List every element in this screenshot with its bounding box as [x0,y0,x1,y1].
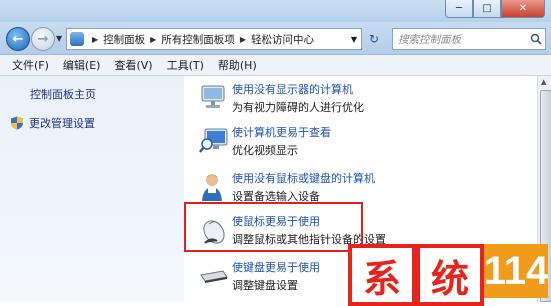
chevron-right-icon[interactable]: ▶ [92,35,98,44]
magnifier-monitor-icon [199,128,228,153]
sidebar-item-change-admin-settings[interactable]: 更改管理设置 [10,115,95,131]
refresh-icon: ↻ [368,32,380,46]
back-button[interactable]: ← [6,27,30,51]
link-use-without-mouse-keyboard[interactable]: 使用没有鼠标或键盘的计算机 [232,170,375,186]
chevron-right-icon[interactable]: ▶ [150,35,156,44]
sidebar: 控制面板主页 更改管理设置 [0,76,184,302]
control-panel-icon [70,32,84,46]
menu-tools[interactable]: 工具(T) [160,57,211,73]
address-dropdown-icon[interactable]: ▼ [351,35,357,44]
menu-view[interactable]: 查看(V) [107,57,159,73]
logo-char-1: 系 [348,244,416,306]
forward-button[interactable]: → [31,27,55,51]
refresh-button[interactable]: ↻ [364,31,384,47]
menu-file[interactable]: 文件(F) [0,57,56,73]
search-box[interactable]: 搜索控制面板 [392,28,546,50]
recent-pages-dropdown-icon[interactable]: ▼ [56,34,62,43]
item-description: 优化视频显示 [232,144,298,157]
menu-help[interactable]: 帮助(H) [211,57,264,73]
back-arrow-icon: ← [12,31,24,47]
user-keyboard-icon [202,174,222,201]
link-use-without-display[interactable]: 使用没有显示器的计算机 [232,81,353,97]
keyboard-icon [200,270,228,283]
sidebar-item-control-panel-home[interactable]: 控制面板主页 [30,86,96,102]
search-icon[interactable] [527,30,545,48]
menu-edit[interactable]: 编辑(E) [56,57,108,73]
breadcrumb-ease-of-access[interactable]: 轻松访问中心 [251,32,314,47]
logo-char-2: 统 [416,244,484,306]
sidebar-item-label: 更改管理设置 [29,117,95,130]
window-controls: ─ □ ✕ [445,0,545,18]
highlight-box [184,202,363,252]
search-input[interactable]: 搜索控制面板 [393,32,527,47]
item-description: 调整键盘设置 [232,279,298,292]
display-monitor-icon [201,85,225,108]
link-make-keyboard-easier[interactable]: 使键盘更易于使用 [232,259,320,275]
breadcrumb-control-panel[interactable]: 控制面板 [103,32,145,47]
forward-arrow-icon: → [37,31,49,47]
navigation-bar: ← → ▼ ▶ 控制面板 ▶ 所有控制面板项 ▶ 轻松访问中心 ▼ ↻ 搜索控制… [0,22,551,55]
logo-char-3: 114 [484,244,548,298]
close-button[interactable]: ✕ [501,0,545,18]
scroll-up-icon[interactable]: ▲ [541,78,546,86]
menu-bar: 文件(F) 编辑(E) 查看(V) 工具(T) 帮助(H) [0,55,551,76]
watermark-logo: 系 统 114 [344,240,551,306]
breadcrumb-all-items[interactable]: 所有控制面板项 [161,32,235,47]
minimize-button[interactable]: ─ [445,0,473,18]
item-description: 为有视力障碍的人进行优化 [232,101,364,114]
maximize-button[interactable]: □ [473,0,501,18]
chevron-right-icon[interactable]: ▶ [240,35,246,44]
shield-icon [11,116,23,130]
title-bar: ─ □ ✕ [0,0,551,22]
address-bar[interactable]: ▶ 控制面板 ▶ 所有控制面板项 ▶ 轻松访问中心 ▼ [66,28,362,50]
link-make-easier-to-see[interactable]: 使计算机更易于查看 [232,124,331,140]
